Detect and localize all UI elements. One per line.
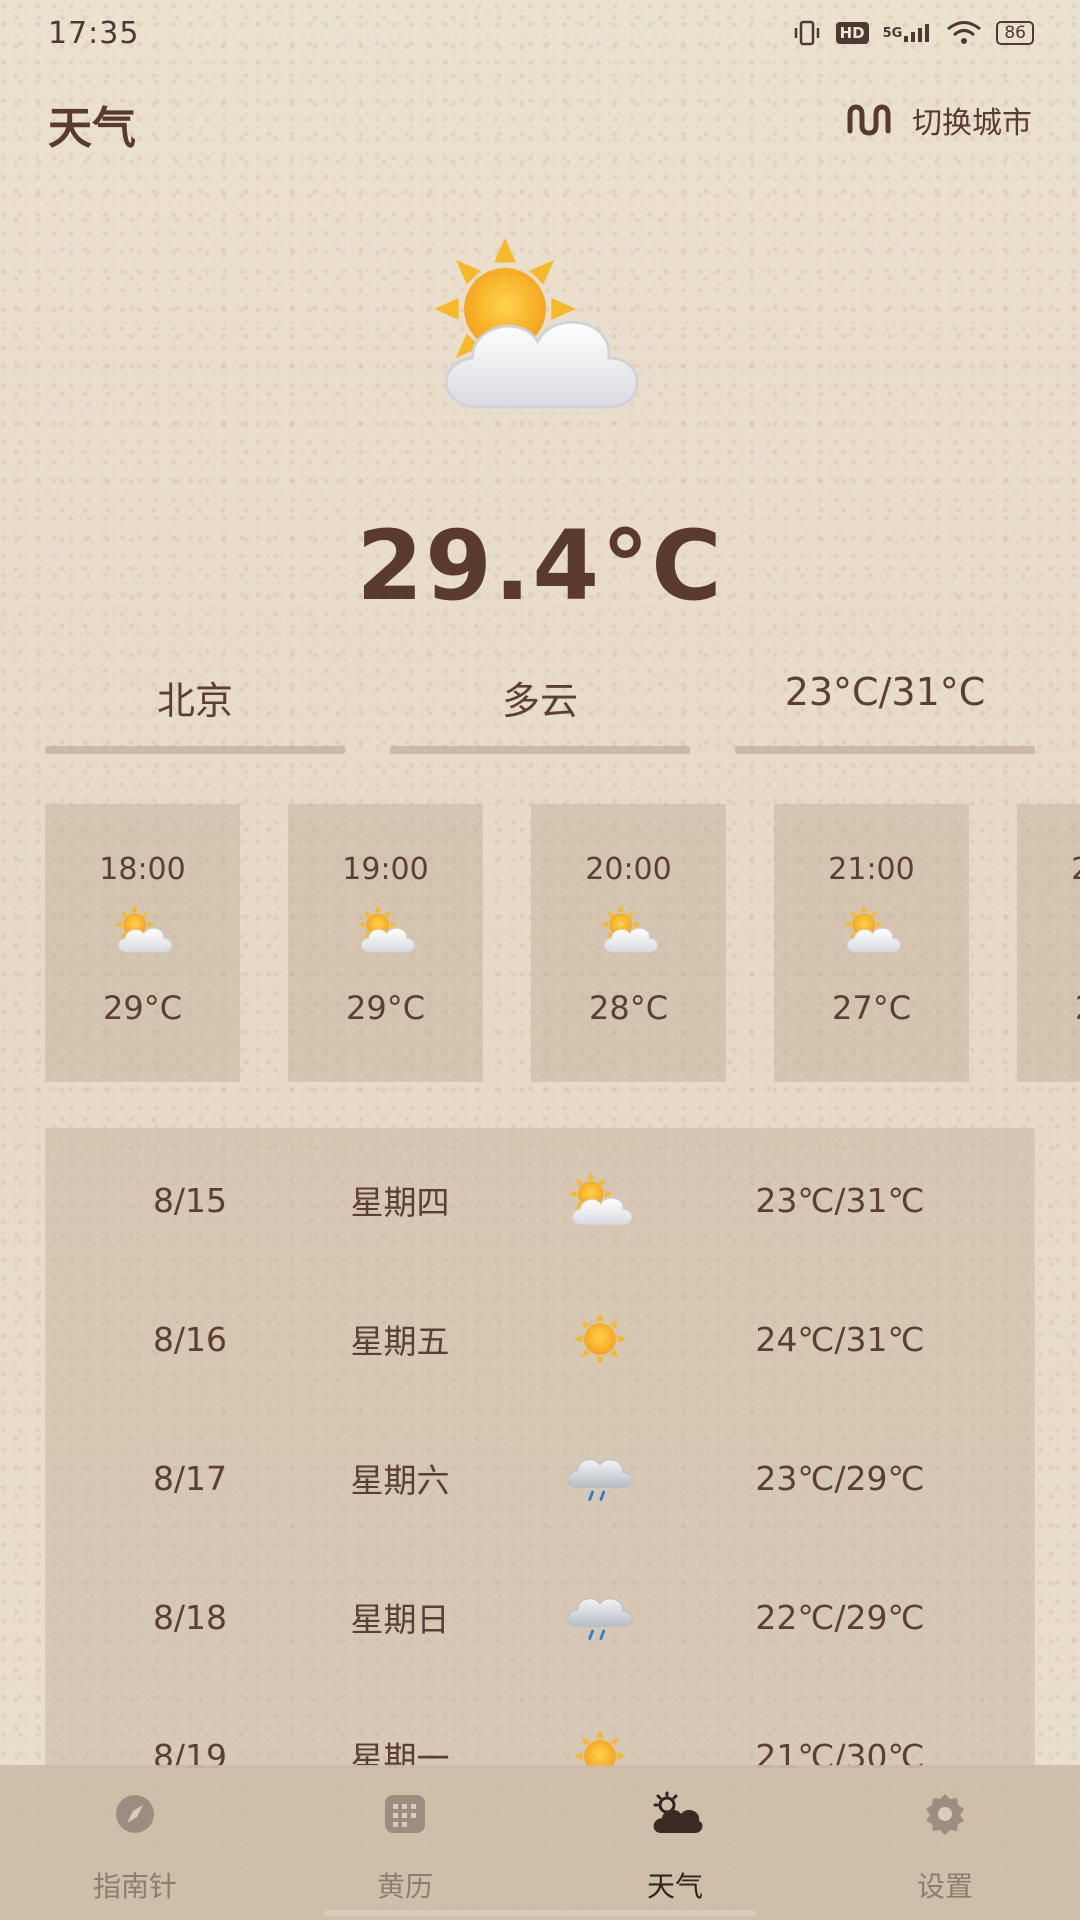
switch-city-icon — [847, 104, 891, 136]
status-icons: HD 5G 86 — [792, 20, 1034, 46]
network-type: 5G — [882, 25, 903, 41]
day-weekday: 星期五 — [350, 1322, 450, 1361]
hourly-forecast[interactable]: 18:00 29°C 19:00 29°C 20:00 28°C 21:00 2… — [45, 804, 1080, 1082]
hd-badge: HD — [835, 22, 869, 44]
hour-temp: 27°C — [1017, 989, 1080, 1027]
city-name: 北京 — [156, 679, 233, 723]
hour-time: 22:00 — [1017, 852, 1080, 887]
nav-label: 天气 — [646, 1870, 703, 1903]
light-rain-icon — [566, 1597, 634, 1640]
nav-item-settings[interactable]: 设置 — [810, 1765, 1080, 1920]
app-header: 天气 切换城市 — [0, 84, 1080, 154]
weather-condition: 多云 — [501, 679, 578, 723]
hour-temp: 29°C — [102, 989, 183, 1027]
nav-label: 黄历 — [376, 1870, 433, 1903]
nav-item-weather[interactable]: 天气 — [540, 1765, 810, 1920]
day-range: 23℃/29℃ — [755, 1458, 925, 1498]
page-title: 天气 — [48, 103, 136, 154]
partly-cloudy-icon — [114, 905, 172, 953]
day-weekday: 星期一 — [350, 1739, 450, 1768]
status-bar: 17:35 HD 5G 86 — [0, 0, 1080, 66]
partly-cloudy-icon — [843, 905, 901, 953]
day-date: 8/15 — [152, 1180, 228, 1220]
day-row: 8/18 星期日 22℃/29℃ — [45, 1587, 1035, 1647]
divider — [735, 746, 1035, 754]
bottom-nav: 指南针 黄历 天气 设置 — [0, 1765, 1080, 1920]
nav-item-almanac[interactable]: 黄历 — [270, 1765, 540, 1920]
day-row: 8/15 星期四 23℃/31℃ — [45, 1170, 1035, 1230]
current-temperature: 29.4°C — [356, 510, 724, 622]
day-date: 8/16 — [152, 1319, 228, 1359]
switch-city-label: 切换城市 — [912, 106, 1032, 141]
hour-temp: 29°C — [345, 989, 426, 1027]
hour-time: 19:00 — [342, 852, 429, 887]
hour-temp: 28°C — [588, 989, 669, 1027]
wifi-icon — [946, 20, 982, 46]
hour-time: 20:00 — [585, 852, 672, 887]
day-weekday: 星期四 — [350, 1183, 450, 1222]
status-time: 17:35 — [48, 15, 140, 51]
day-weekday: 星期日 — [350, 1600, 450, 1639]
day-date: 8/19 — [152, 1736, 228, 1769]
daily-forecast[interactable]: 8/15 星期四 23℃/31℃ 8/16 星期五 24℃/31℃ 8/17 星… — [45, 1128, 1035, 1768]
current-info-row: 北京 多云 23°C/31°C — [45, 670, 1035, 760]
light-rain-icon — [566, 1458, 634, 1501]
nav-label: 指南针 — [92, 1870, 177, 1903]
hour-card: 19:00 29°C — [288, 804, 483, 1082]
vibrate-icon — [792, 20, 822, 46]
home-indicator[interactable] — [324, 1910, 756, 1916]
sunny-icon — [573, 1729, 627, 1768]
partly-cloudy-icon — [600, 905, 658, 953]
day-range: 23℃/31℃ — [755, 1180, 925, 1220]
condition-cell: 多云 — [390, 670, 690, 760]
nav-item-compass[interactable]: 指南针 — [0, 1765, 270, 1920]
range-cell: 23°C/31°C — [735, 670, 1035, 760]
day-row: 8/19 星期一 21℃/30℃ — [45, 1726, 1035, 1768]
almanac-icon — [385, 1795, 425, 1833]
nav-label: 设置 — [916, 1870, 973, 1903]
switch-city-button[interactable]: 切换城市 — [844, 98, 1032, 142]
hour-card: 18:00 29°C — [45, 804, 240, 1082]
hour-card: 21:00 27°C — [774, 804, 969, 1082]
hour-time: 21:00 — [828, 852, 915, 887]
hour-time: 18:00 — [99, 852, 186, 887]
weather-icon — [653, 1791, 703, 1833]
day-date: 8/18 — [152, 1597, 228, 1637]
day-range: 22℃/29℃ — [755, 1597, 925, 1637]
partly-cloudy-icon — [432, 238, 639, 409]
battery-icon: 86 — [996, 21, 1034, 45]
day-weekday: 星期六 — [350, 1461, 450, 1500]
settings-icon — [926, 1794, 964, 1835]
city-cell: 北京 — [45, 670, 345, 760]
day-date: 8/17 — [152, 1458, 228, 1498]
day-range: 21℃/30℃ — [755, 1736, 925, 1769]
day-row: 8/17 星期六 23℃/29℃ — [45, 1448, 1035, 1508]
partly-cloudy-icon — [357, 905, 415, 953]
temperature-range: 23°C/31°C — [784, 670, 986, 714]
divider — [390, 746, 690, 754]
day-row: 8/16 星期五 24℃/31℃ — [45, 1309, 1035, 1369]
hour-card: 22:00 27°C — [1017, 804, 1080, 1082]
signal-icon: 5G — [883, 22, 933, 44]
hour-card: 20:00 28°C — [531, 804, 726, 1082]
compass-icon — [116, 1795, 154, 1833]
hour-temp: 27°C — [831, 989, 912, 1027]
divider — [45, 746, 345, 754]
sunny-icon — [573, 1312, 627, 1366]
day-range: 24℃/31℃ — [755, 1319, 925, 1359]
partly-cloudy-icon — [568, 1172, 633, 1226]
